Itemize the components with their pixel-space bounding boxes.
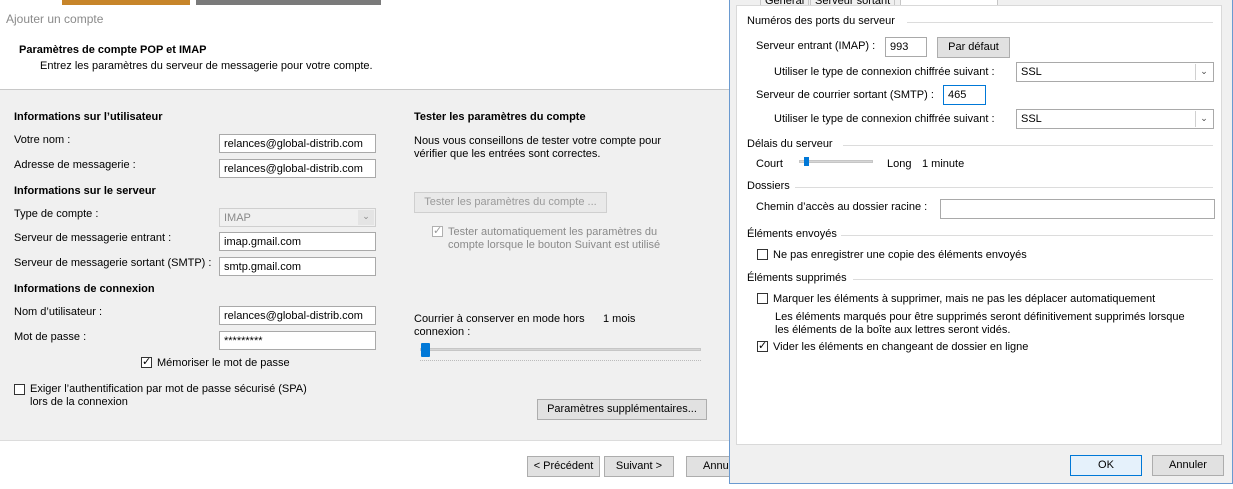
spa-label: Exiger l’authentification par mot de pas… [30, 383, 307, 395]
test-account-button[interactable]: Tester les paramètres du compte ... [414, 192, 607, 213]
username-field[interactable]: relances@global-distrib.com [219, 306, 376, 325]
sent-items-heading: Éléments envoyés [747, 228, 837, 240]
encryption-select-incoming[interactable]: SSL ⌄ [1016, 62, 1214, 82]
offline-mail-label-line2: connexion : [414, 326, 471, 338]
auto-test-checkbox[interactable] [432, 224, 443, 237]
cancel-button[interactable]: Annuler [1152, 455, 1224, 476]
encryption-value-outgoing: SSL [1021, 113, 1042, 125]
purge-on-switch-label: Vider les éléments en changeant de dossi… [773, 341, 1029, 353]
root-folder-label: Chemin d’accès au dossier racine : [756, 201, 928, 213]
slider-ticks [420, 360, 701, 364]
timeout-value: 1 minute [922, 158, 965, 170]
tab-panel-advanced: Numéros des ports du serveur Serveur ent… [736, 5, 1222, 445]
deletion-note: Les éléments marqués pour être supprimés… [775, 311, 1185, 323]
login-info-heading: Informations de connexion [14, 283, 155, 295]
outgoing-server-label: Serveur de messagerie sortant (SMTP) : [14, 257, 212, 269]
name-label: Votre nom : [14, 134, 71, 146]
chevron-down-icon: ⌄ [1195, 111, 1212, 127]
spa-checkbox[interactable] [14, 384, 25, 395]
ok-button[interactable]: OK [1070, 455, 1142, 476]
account-type-value: IMAP [224, 212, 251, 224]
name-field[interactable]: relances@global-distrib.com [219, 134, 376, 153]
page-title: Paramètres de compte POP et IMAP [19, 44, 207, 56]
divider [795, 187, 1213, 188]
account-type-select: IMAP ⌄ [219, 208, 376, 227]
test-heading: Tester les paramètres du compte [414, 111, 586, 123]
root-folder-field[interactable] [940, 199, 1215, 219]
encryption-label-incoming: Utiliser le type de connexion chiffrée s… [774, 66, 995, 78]
timeout-long-label: Long [887, 158, 912, 170]
encryption-value-incoming: SSL [1021, 66, 1042, 78]
remember-password-checkbox[interactable] [141, 355, 152, 368]
taskbar-thumbnail [196, 0, 381, 5]
window-title: Ajouter un compte [6, 12, 104, 26]
remember-password-label: Mémoriser le mot de passe [157, 357, 290, 369]
folders-heading: Dossiers [747, 180, 790, 192]
offline-mail-value: 1 mois [603, 313, 636, 325]
chevron-down-icon: ⌄ [1195, 64, 1212, 80]
divider [843, 145, 1213, 146]
timeout-slider-thumb[interactable] [804, 157, 809, 166]
chevron-down-icon: ⌄ [358, 210, 374, 225]
divider [0, 440, 730, 441]
next-button[interactable]: Suivant > [604, 456, 674, 477]
spa-label-line2: lors de la connexion [30, 396, 128, 408]
no-sent-copy-checkbox[interactable] [757, 249, 768, 260]
test-description: Nous vous conseillons de tester votre co… [414, 135, 662, 147]
timeouts-heading: Délais du serveur [747, 138, 833, 150]
user-info-heading: Informations sur l’utilisateur [14, 111, 163, 123]
server-info-heading: Informations sur le serveur [14, 185, 156, 197]
incoming-server-field[interactable]: imap.gmail.com [219, 232, 376, 251]
deleted-items-heading: Éléments supprimés [747, 272, 847, 284]
incoming-server-label: Serveur de messagerie entrant : [14, 232, 172, 244]
offline-mail-label: Courrier à conserver en mode hors [414, 313, 585, 325]
divider [853, 279, 1213, 280]
purge-on-switch-checkbox[interactable] [757, 339, 768, 352]
email-label: Adresse de messagerie : [14, 159, 136, 171]
username-label: Nom d’utilisateur : [14, 306, 103, 318]
add-account-wizard: Ajouter un compte Paramètres de compte P… [0, 0, 746, 489]
outgoing-port-label: Serveur de courrier sortant (SMTP) : [756, 89, 934, 101]
password-field[interactable]: ********* [219, 331, 376, 350]
more-settings-button[interactable]: Paramètres supplémentaires... [537, 399, 707, 420]
more-settings-dialog: Général Serveur sortant Options avancées… [729, 0, 1233, 484]
timeout-slider[interactable] [799, 160, 873, 163]
offline-mail-slider-thumb[interactable] [421, 343, 430, 357]
offline-mail-slider[interactable] [420, 348, 701, 351]
ports-heading: Numéros des ports du serveur [747, 15, 895, 27]
timeout-short-label: Court [756, 158, 783, 170]
previous-button[interactable]: < Précédent [527, 456, 600, 477]
outgoing-server-field[interactable]: smtp.gmail.com [219, 257, 376, 276]
taskbar-thumbnail [62, 0, 190, 5]
password-label: Mot de passe : [14, 331, 87, 343]
account-type-label: Type de compte : [14, 208, 99, 220]
test-description-line2: vérifier que les entrées sont correctes. [414, 148, 601, 160]
encryption-label-outgoing: Utiliser le type de connexion chiffrée s… [774, 113, 995, 125]
email-field[interactable]: relances@global-distrib.com [219, 159, 376, 178]
encryption-select-outgoing[interactable]: SSL ⌄ [1016, 109, 1214, 129]
page-subtitle: Entrez les paramètres du serveur de mess… [40, 60, 373, 72]
auto-test-label: Tester automatiquement les paramètres du [448, 226, 658, 238]
deletion-note-line2: les éléments de la boîte aux lettres ser… [775, 324, 1011, 336]
outgoing-port-field[interactable]: 465 [943, 85, 986, 105]
divider [907, 22, 1213, 23]
auto-test-label-line2: compte lorsque le bouton Suivant est uti… [448, 239, 661, 251]
incoming-port-field[interactable]: 993 [885, 37, 927, 57]
mark-for-deletion-checkbox[interactable] [757, 293, 768, 304]
no-sent-copy-label: Ne pas enregistrer une copie des élément… [773, 249, 1027, 261]
default-ports-button[interactable]: Par défaut [937, 37, 1010, 58]
incoming-port-label: Serveur entrant (IMAP) : [756, 40, 876, 52]
mark-for-deletion-label: Marquer les éléments à supprimer, mais n… [773, 293, 1156, 305]
divider [841, 235, 1213, 236]
